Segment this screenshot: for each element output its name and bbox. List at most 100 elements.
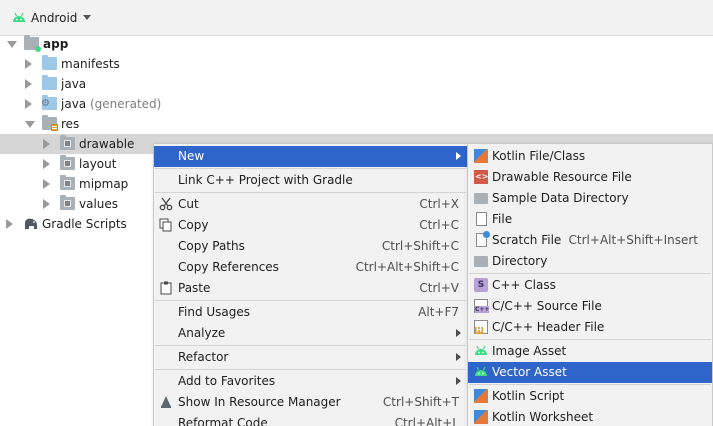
menu-item-add-to-favorites[interactable]: Add to Favorites [154, 371, 467, 392]
tree-node-java[interactable]: ⚙ java (generated) [0, 94, 713, 114]
expand-right-icon[interactable] [25, 99, 32, 109]
tree-node-label: manifests [61, 57, 120, 71]
menu-item-label: Copy Paths [178, 239, 245, 253]
tree-node-label: mipmap [79, 177, 128, 191]
menu-item-copy-paths[interactable]: Copy Paths Ctrl+Shift+C [154, 236, 467, 257]
menu-item-kotlin-script[interactable]: Kotlin Script [468, 386, 712, 407]
new-submenu: Kotlin File/Class Drawable Resource File S… [467, 143, 713, 426]
menu-item-c-class[interactable]: S C++ Class [468, 275, 712, 296]
android-icon [13, 12, 25, 22]
menu-item-paste[interactable]: Paste Ctrl+V [154, 278, 467, 299]
tree-node-text: app [43, 37, 69, 51]
tree-node-text: java [61, 77, 87, 91]
menu-item-label: Image Asset [492, 344, 567, 358]
chevron-right-icon [456, 377, 461, 385]
menu-item-label: C/C++ Source File [492, 299, 602, 313]
tree-node-label: app [43, 37, 68, 51]
expand-down-icon[interactable] [7, 41, 17, 48]
project-view-selector[interactable]: Android [31, 11, 77, 25]
folder-icon [42, 55, 57, 70]
menu-item-label: Link C++ Project with Gradle [178, 173, 353, 187]
menu-separator [155, 168, 466, 169]
menu-item-cut[interactable]: Cut Ctrl+X [154, 194, 467, 215]
menu-item-vector-asset[interactable]: Vector Asset [468, 362, 712, 383]
android-icon [474, 344, 488, 358]
menu-item-shortcut: Ctrl+Alt+Shift+C [355, 260, 459, 274]
menu-item-shortcut: Alt+F7 [418, 305, 459, 319]
menu-item-label: Kotlin File/Class [492, 149, 586, 163]
menu-item-label: Reformat Code [178, 416, 268, 426]
menu-item-label: Directory [492, 254, 548, 268]
menu-item-c-c-source-file[interactable]: C/C++ Source File [468, 296, 712, 317]
menu-item-shortcut: Ctrl+Alt+Shift+Insert [568, 233, 698, 247]
menu-item-sample-data-directory[interactable]: Sample Data Directory [468, 188, 712, 209]
context-menu: New Link C++ Project with Gradle Cut Ctrl+X… [153, 143, 468, 426]
menu-item-drawable-resource-file[interactable]: Drawable Resource File [468, 167, 712, 188]
expand-right-icon[interactable] [6, 219, 13, 229]
chevron-right-icon [456, 329, 461, 337]
menu-item-c-c-header-file[interactable]: C/C++ Header File [468, 317, 712, 338]
menu-item-scratch-file[interactable]: Scratch File Ctrl+Alt+Shift+Insert [468, 230, 712, 251]
menu-item-image-asset[interactable]: Image Asset [468, 341, 712, 362]
menu-item-refactor[interactable]: Refactor [154, 347, 467, 368]
expand-right-icon[interactable] [43, 139, 50, 149]
menu-item-shortcut: Ctrl+C [419, 218, 459, 232]
menu-item-copy[interactable]: Copy Ctrl+C [154, 215, 467, 236]
package-folder-icon [60, 135, 75, 150]
menu-item-find-usages[interactable]: Find Usages Alt+F7 [154, 302, 467, 323]
expand-right-icon[interactable] [43, 159, 50, 169]
menu-separator [155, 369, 466, 370]
menu-item-reformat-code[interactable]: Reformat Code Ctrl+Alt+L [154, 413, 467, 426]
menu-item-shortcut: Ctrl+Alt+L [394, 416, 459, 426]
menu-separator [469, 273, 711, 274]
menu-item-kotlin-file-class[interactable]: Kotlin File/Class [468, 146, 712, 167]
menu-item-kotlin-worksheet[interactable]: Kotlin Worksheet [468, 407, 712, 426]
menu-item-copy-references[interactable]: Copy References Ctrl+Alt+Shift+C [154, 257, 467, 278]
menu-item-file[interactable]: File [468, 209, 712, 230]
menu-item-show-in-resource-manager[interactable]: Show In Resource Manager Ctrl+Shift+T [154, 392, 467, 413]
menu-item-label: Copy [178, 218, 209, 232]
menu-item-label: Sample Data Directory [492, 191, 629, 205]
folder-icon [474, 193, 488, 204]
expand-right-icon[interactable] [25, 79, 32, 89]
menu-item-label: Refactor [178, 350, 229, 364]
folder-icon [42, 75, 57, 90]
menu-item-link-c-project-with-gradle[interactable]: Link C++ Project with Gradle [154, 170, 467, 191]
package-folder-icon [60, 155, 75, 170]
menu-item-shortcut: Ctrl+X [419, 197, 459, 211]
tree-node-label: drawable [79, 137, 134, 151]
menu-item-label: Find Usages [178, 305, 251, 319]
menu-item-new[interactable]: New [154, 146, 467, 167]
chevron-down-icon[interactable] [83, 15, 91, 20]
tree-node-label: java (generated) [61, 97, 161, 111]
expand-right-icon[interactable] [43, 199, 50, 209]
tree-node-label: Gradle Scripts [42, 217, 127, 231]
module-folder-icon [24, 35, 41, 52]
expand-right-icon[interactable] [43, 179, 50, 189]
folder-icon [474, 256, 488, 267]
tree-node-text: java [61, 97, 87, 111]
expand-right-icon[interactable] [25, 59, 32, 69]
menu-item-label: Kotlin Script [492, 389, 565, 403]
menu-item-analyze[interactable]: Analyze [154, 323, 467, 344]
menu-item-label: Show In Resource Manager [178, 395, 341, 409]
menu-separator [155, 192, 466, 193]
generated-folder-icon: ⚙ [41, 95, 57, 110]
tree-node-java[interactable]: java [0, 74, 713, 94]
tree-node-text: mipmap [79, 177, 129, 191]
menu-separator [469, 384, 711, 385]
menu-item-label: Scratch File [492, 233, 562, 247]
menu-item-shortcut: Ctrl+Shift+C [381, 239, 459, 253]
kotlin-script-icon [474, 389, 488, 403]
tree-node-res[interactable]: res [0, 114, 713, 134]
scratch-file-icon [476, 231, 490, 247]
android-icon [474, 365, 488, 379]
expand-down-icon[interactable] [25, 121, 35, 128]
menu-item-directory[interactable]: Directory [468, 251, 712, 272]
tree-node-manifests[interactable]: manifests [0, 54, 713, 74]
package-folder-icon [60, 195, 75, 210]
tree-node-text: Gradle Scripts [42, 217, 127, 231]
menu-separator [155, 345, 466, 346]
tree-node-app[interactable]: app [0, 34, 713, 54]
menu-separator [155, 300, 466, 301]
